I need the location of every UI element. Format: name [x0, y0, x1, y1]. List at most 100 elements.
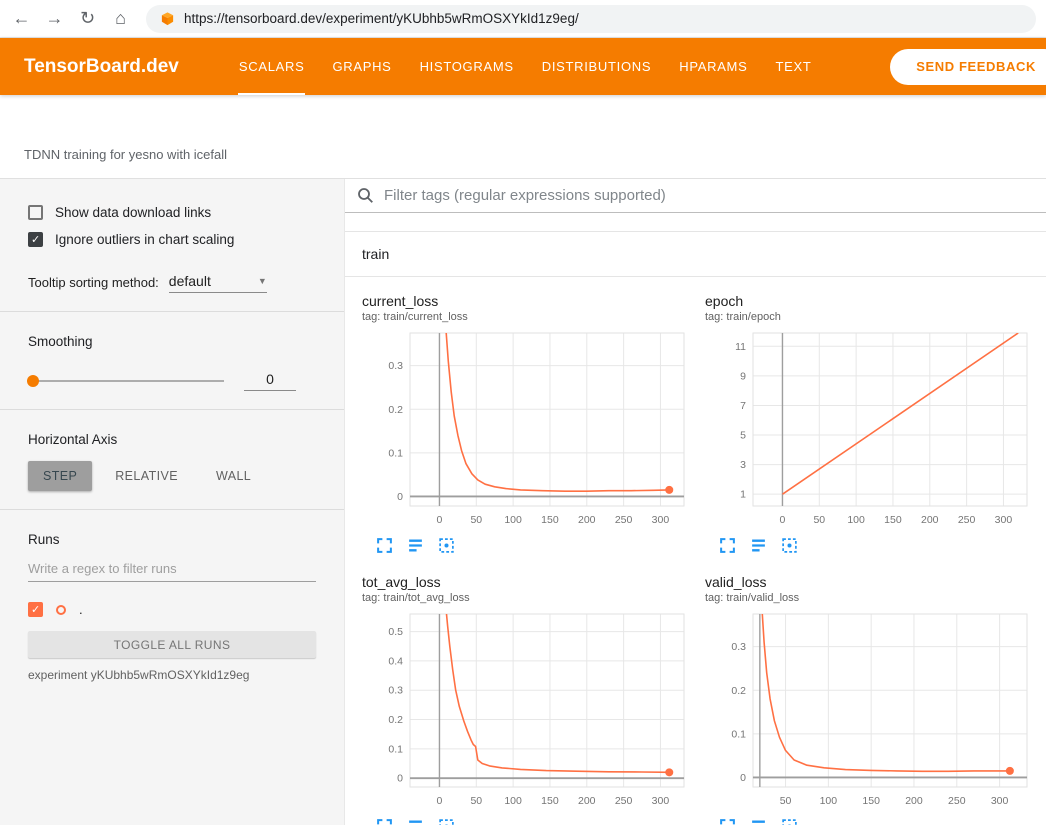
chart-tag: tag: train/tot_avg_loss	[362, 592, 694, 604]
run-name: .	[79, 602, 83, 617]
toggle-yaxis-icon[interactable]	[407, 537, 424, 554]
line-chart[interactable]: 05010015020025030000.10.20.30.40.5	[362, 608, 694, 813]
haxis-relative-button[interactable]: RELATIVE	[100, 461, 193, 491]
chart-tag: tag: train/epoch	[705, 311, 1037, 323]
url-text: https://tensorboard.dev/experiment/yKUbh…	[184, 11, 579, 26]
expand-chart-icon[interactable]	[376, 537, 393, 554]
browser-reload-icon[interactable]: ↻	[72, 3, 103, 34]
tensorboard-favicon-icon	[160, 11, 175, 26]
svg-text:7: 7	[740, 400, 746, 412]
tab-text[interactable]: TEXT	[761, 38, 825, 95]
chart-title: valid_loss	[705, 574, 1037, 590]
tab-scalars[interactable]: SCALARS	[225, 38, 319, 95]
svg-text:0.2: 0.2	[388, 404, 403, 416]
svg-text:0.3: 0.3	[388, 685, 403, 697]
svg-text:150: 150	[862, 795, 880, 807]
divider	[0, 311, 344, 312]
smoothing-slider[interactable]	[28, 380, 224, 382]
address-bar[interactable]: https://tensorboard.dev/experiment/yKUbh…	[146, 5, 1036, 33]
tab-histograms[interactable]: HISTOGRAMS	[406, 38, 528, 95]
svg-text:100: 100	[504, 795, 522, 807]
tooltip-sorting-select[interactable]: default ▼	[169, 273, 267, 293]
svg-text:250: 250	[958, 514, 976, 526]
horizontal-axis-label: Horizontal Axis	[28, 432, 316, 447]
svg-text:0.2: 0.2	[388, 714, 403, 726]
line-chart[interactable]: 0501001502002503001357911	[705, 327, 1037, 532]
smoothing-row: 0	[28, 371, 316, 391]
tab-graphs[interactable]: GRAPHS	[318, 38, 405, 95]
section-header-train[interactable]: train	[345, 231, 1046, 277]
line-chart[interactable]: 05010015020025030000.10.20.3	[362, 327, 694, 532]
filter-tags-input[interactable]	[384, 187, 1046, 204]
browser-forward-icon[interactable]: →	[39, 3, 70, 34]
svg-text:50: 50	[813, 514, 825, 526]
expand-chart-icon[interactable]	[719, 537, 736, 554]
fit-domain-icon[interactable]	[438, 537, 455, 554]
svg-text:300: 300	[652, 514, 670, 526]
chevron-down-icon: ▼	[258, 276, 267, 286]
svg-text:250: 250	[615, 795, 633, 807]
svg-text:0: 0	[780, 514, 786, 526]
search-icon	[357, 187, 374, 204]
run-row[interactable]: .	[28, 602, 316, 617]
ignore-outliers-checkbox-row[interactable]: Ignore outliers in chart scaling	[28, 232, 316, 247]
fit-domain-icon[interactable]	[781, 818, 798, 825]
fit-domain-icon[interactable]	[438, 818, 455, 825]
charts-grid: current_loss tag: train/current_loss 050…	[345, 277, 1046, 825]
toggle-all-runs-button[interactable]: TOGGLE ALL RUNS	[28, 631, 316, 658]
tooltip-sorting-row: Tooltip sorting method: default ▼	[28, 273, 316, 293]
runs-label: Runs	[28, 532, 316, 547]
svg-text:100: 100	[820, 795, 838, 807]
smoothing-label: Smoothing	[28, 334, 316, 349]
svg-text:0.5: 0.5	[388, 626, 403, 638]
tooltip-sorting-value: default	[169, 273, 211, 289]
haxis-wall-button[interactable]: WALL	[201, 461, 266, 491]
svg-text:0: 0	[397, 491, 403, 503]
experiment-id-text: experiment yKUbhb5wRmOSXYkId1z9eg	[28, 668, 316, 682]
experiment-description: TDNN training for yesno with icefall	[24, 147, 227, 162]
svg-text:0.2: 0.2	[731, 685, 746, 697]
runs-filter-input[interactable]	[28, 559, 316, 582]
divider	[0, 409, 344, 410]
toggle-yaxis-icon[interactable]	[407, 818, 424, 825]
send-feedback-button[interactable]: SEND FEEDBACK	[890, 49, 1046, 85]
expand-chart-icon[interactable]	[376, 818, 393, 825]
svg-text:200: 200	[921, 514, 939, 526]
svg-text:0: 0	[740, 772, 746, 784]
run-checkbox-icon	[28, 602, 43, 617]
chart-toolbar	[705, 818, 1037, 825]
svg-text:1: 1	[740, 489, 746, 501]
tab-hparams[interactable]: HPARAMS	[665, 38, 761, 95]
haxis-step-button[interactable]: STEP	[28, 461, 92, 491]
svg-text:200: 200	[578, 795, 596, 807]
toggle-yaxis-icon[interactable]	[750, 818, 767, 825]
chart-toolbar	[705, 537, 1037, 554]
show-download-links-checkbox-row[interactable]: Show data download links	[28, 205, 316, 220]
svg-text:0: 0	[437, 795, 443, 807]
toggle-yaxis-icon[interactable]	[750, 537, 767, 554]
experiment-description-bar: TDNN training for yesno with icefall	[0, 95, 1046, 179]
expand-chart-icon[interactable]	[719, 818, 736, 825]
svg-text:250: 250	[948, 795, 966, 807]
svg-text:300: 300	[995, 514, 1013, 526]
checkbox-icon	[28, 205, 43, 220]
main-panel: train current_loss tag: train/current_lo…	[345, 179, 1046, 825]
svg-text:300: 300	[652, 795, 670, 807]
run-color-swatch	[56, 605, 66, 615]
svg-text:300: 300	[991, 795, 1009, 807]
browser-back-icon[interactable]: ←	[6, 3, 37, 34]
chart-title: epoch	[705, 293, 1037, 309]
svg-text:50: 50	[470, 514, 482, 526]
browser-home-icon[interactable]: ⌂	[105, 3, 136, 34]
slider-thumb[interactable]	[27, 375, 39, 387]
app-logo: TensorBoard.dev	[24, 56, 179, 78]
tooltip-sorting-label: Tooltip sorting method:	[28, 275, 159, 293]
smoothing-value-input[interactable]: 0	[244, 371, 296, 391]
fit-domain-icon[interactable]	[781, 537, 798, 554]
svg-text:250: 250	[615, 514, 633, 526]
browser-toolbar: ← → ↻ ⌂ https://tensorboard.dev/experime…	[0, 0, 1046, 38]
chart-title: current_loss	[362, 293, 694, 309]
line-chart[interactable]: 5010015020025030000.10.20.3	[705, 608, 1037, 813]
svg-text:100: 100	[504, 514, 522, 526]
tab-distributions[interactable]: DISTRIBUTIONS	[528, 38, 666, 95]
